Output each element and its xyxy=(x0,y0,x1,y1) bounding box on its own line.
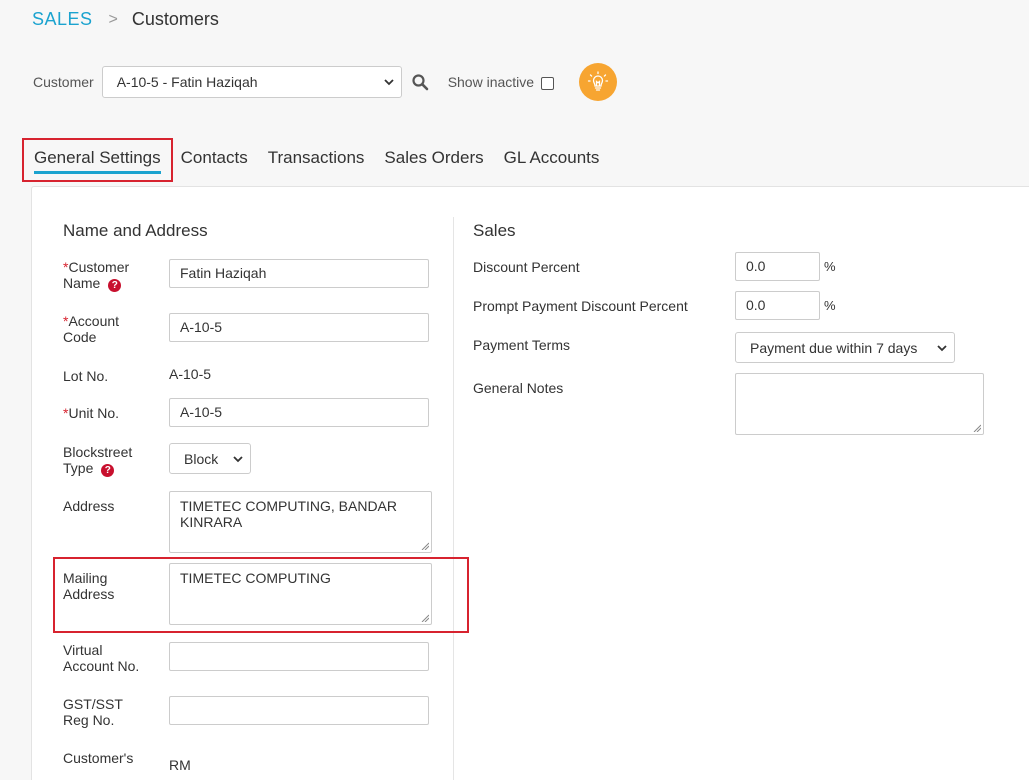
blockstreet-type-value: Block xyxy=(184,450,219,467)
tab-transactions[interactable]: Transactions xyxy=(268,138,365,182)
prompt-discount-label: Prompt Payment Discount Percent xyxy=(473,298,688,314)
payment-terms-value: Payment due within 7 days xyxy=(750,339,918,356)
breadcrumb: SALES > Customers xyxy=(32,9,219,30)
tab-contacts[interactable]: Contacts xyxy=(181,138,248,182)
blockstreet-type-label: Blockstreet Type? xyxy=(63,444,133,477)
tab-bar: General Settings Contacts Transactions S… xyxy=(22,138,619,182)
chevron-down-icon xyxy=(233,455,243,462)
resize-grip-icon[interactable] xyxy=(421,614,429,622)
chevron-down-icon xyxy=(937,344,947,351)
general-notes-label: General Notes xyxy=(473,380,564,396)
discount-percent-input[interactable]: 0.0 xyxy=(735,252,820,281)
tab-label: General Settings xyxy=(34,148,161,167)
account-code-label: *Account Code xyxy=(63,313,120,345)
page-title: Customers xyxy=(131,9,219,29)
customer-name-input[interactable]: Fatin Haziqah xyxy=(169,259,429,288)
discount-percent-unit: % xyxy=(824,259,836,274)
resize-grip-icon[interactable] xyxy=(421,542,429,550)
help-icon[interactable]: ? xyxy=(108,279,122,292)
tab-sales-orders[interactable]: Sales Orders xyxy=(384,138,483,182)
mailing-address-label: Mailing Address xyxy=(63,570,115,602)
lightbulb-icon xyxy=(587,71,609,91)
unit-no-label: *Unit No. xyxy=(63,405,120,421)
address-textarea[interactable]: TIMETEC COMPUTING, BANDAR KINRARA xyxy=(169,491,432,553)
customer-toolbar: Customer A-10-5 - Fatin Haziqah Show ina… xyxy=(33,63,618,101)
lot-no-label: Lot No. xyxy=(63,368,109,384)
help-icon[interactable]: ? xyxy=(101,464,115,477)
blockstreet-type-select[interactable]: Block xyxy=(169,443,251,474)
column-divider xyxy=(453,217,454,780)
tab-label: GL Accounts xyxy=(503,148,600,167)
customers-page: SALES > Customers Customer A-10-5 - Fati… xyxy=(0,0,1029,780)
mailing-address-textarea[interactable]: TIMETEC COMPUTING xyxy=(169,563,432,625)
tab-label: Sales Orders xyxy=(384,148,484,167)
mailing-address-value: TIMETEC COMPUTING xyxy=(180,570,331,586)
lightbulb-tip-button[interactable] xyxy=(579,63,618,101)
show-inactive-toggle: Show inactive xyxy=(447,74,555,90)
address-value: TIMETEC COMPUTING, BANDAR KINRARA xyxy=(180,498,398,530)
sales-title: Sales xyxy=(473,221,516,240)
customer-label: Customer xyxy=(33,74,94,90)
virtual-account-label: Virtual Account No. xyxy=(63,642,140,674)
address-label: Address xyxy=(63,498,115,514)
show-inactive-label: Show inactive xyxy=(447,74,535,90)
payment-terms-label: Payment Terms xyxy=(473,337,570,353)
name-address-title: Name and Address xyxy=(63,221,208,240)
currency-label: Customer's xyxy=(63,750,134,766)
unit-no-input[interactable]: A-10-5 xyxy=(169,398,429,427)
general-notes-textarea[interactable] xyxy=(735,373,984,435)
tab-label: Contacts xyxy=(180,148,248,167)
search-icon[interactable] xyxy=(411,73,429,91)
customer-select[interactable]: A-10-5 - Fatin Haziqah xyxy=(101,66,402,98)
gst-reg-label: GST/SST Reg No. xyxy=(63,696,123,728)
breadcrumb-sales-link[interactable]: SALES xyxy=(32,9,93,30)
account-code-input[interactable]: A-10-5 xyxy=(169,313,429,342)
resize-grip-icon[interactable] xyxy=(973,424,981,432)
tab-general-settings[interactable]: General Settings xyxy=(22,138,173,182)
gst-reg-input[interactable] xyxy=(169,696,429,725)
tab-gl-accounts[interactable]: GL Accounts xyxy=(504,138,600,182)
payment-terms-select[interactable]: Payment due within 7 days xyxy=(735,332,955,363)
active-tab-indicator xyxy=(34,171,161,174)
virtual-account-input[interactable] xyxy=(169,642,429,671)
discount-percent-label: Discount Percent xyxy=(473,259,580,275)
customer-name-label: *Customer Name? xyxy=(63,259,130,292)
currency-value: RM xyxy=(169,757,191,773)
lot-no-value: A-10-5 xyxy=(169,366,212,382)
prompt-discount-input[interactable]: 0.0 xyxy=(735,291,820,320)
prompt-discount-unit: % xyxy=(824,298,836,313)
breadcrumb-separator: > xyxy=(108,10,118,28)
customer-select-value: A-10-5 - Fatin Haziqah xyxy=(116,74,258,90)
chevron-down-icon xyxy=(384,79,394,86)
tab-label: Transactions xyxy=(267,148,365,167)
show-inactive-checkbox[interactable] xyxy=(541,76,555,90)
